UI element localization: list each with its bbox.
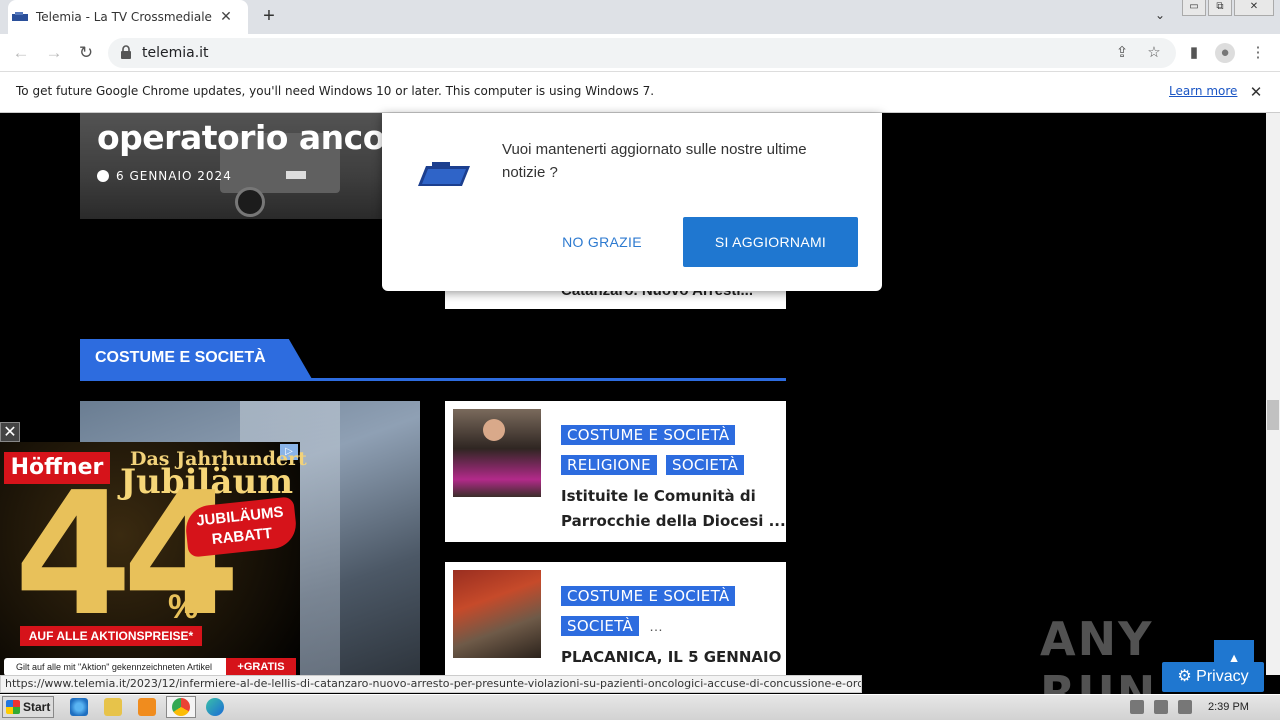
hero-plate-shape <box>286 171 306 179</box>
article-thumbnail[interactable] <box>453 570 541 658</box>
hero-title[interactable]: operatorio ancor. <box>97 118 409 157</box>
window-minimize-button[interactable]: ▭ <box>1182 0 1206 16</box>
learn-more-link[interactable]: Learn more <box>1169 84 1237 98</box>
url-text[interactable]: telemia.it <box>142 45 209 61</box>
chrome-icon[interactable] <box>172 698 190 716</box>
tag-societa[interactable]: SOCIETÀ <box>666 455 745 475</box>
article-thumbnail[interactable] <box>453 409 541 497</box>
side-panel-icon[interactable]: ▮ <box>1184 43 1204 63</box>
profile-icon[interactable]: ● <box>1215 43 1235 63</box>
windows-logo-icon <box>6 700 20 714</box>
tag-religione[interactable]: RELIGIONE <box>561 455 657 475</box>
section-title[interactable]: COSTUME E SOCIETÀ <box>95 349 266 367</box>
page-scrollbar[interactable] <box>1266 113 1280 675</box>
privacy-label: Privacy <box>1196 668 1249 685</box>
tag-societa[interactable]: SOCIETÀ <box>561 616 640 636</box>
ie-icon[interactable] <box>70 698 88 716</box>
ad-close-icon[interactable]: ✕ <box>0 422 20 442</box>
gear-icon: ⚙ <box>1177 668 1197 685</box>
lock-icon[interactable] <box>120 45 132 59</box>
privacy-button[interactable]: ⚙ Privacy <box>1162 662 1264 692</box>
link-status-bar: https://www.telemia.it/2023/12/infermier… <box>0 675 862 693</box>
explorer-folder-icon[interactable] <box>104 698 122 716</box>
tag-costume-e-societa[interactable]: COSTUME E SOCIETÀ <box>561 586 736 606</box>
edge-icon[interactable] <box>206 698 224 716</box>
ad-offer-text: AUF ALLE AKTIONSPREISE* <box>20 626 202 646</box>
telemia-logo <box>418 162 470 186</box>
infobar-message: To get future Google Chrome updates, you… <box>16 84 655 98</box>
chrome-menu-icon[interactable]: ⋮ <box>1248 43 1268 63</box>
network-icon[interactable] <box>1154 700 1168 714</box>
volume-icon[interactable] <box>1130 700 1144 714</box>
subscribe-button[interactable]: SI AGGIORNAMI <box>683 217 858 267</box>
no-thanks-button[interactable]: NO GRAZIE <box>545 217 659 267</box>
start-label: Start <box>23 700 51 714</box>
ad-percent-sign: % <box>168 588 199 626</box>
window-close-button[interactable]: ✕ <box>1234 0 1274 16</box>
telemia-favicon-icon <box>12 12 28 21</box>
taskbar-clock[interactable]: 2:39 PM <box>1208 701 1249 713</box>
media-player-icon[interactable] <box>138 698 156 716</box>
article-title-line[interactable]: Parrocchie della Diocesi ... <box>561 509 786 534</box>
reload-button[interactable]: ↻ <box>75 42 97 64</box>
tab-title: Telemia - La TV Crossmediale <box>36 10 212 24</box>
clock-icon <box>97 170 109 182</box>
article-title-line[interactable]: PLACANICA, IL 5 GENNAIO <box>561 645 781 670</box>
thumbnail-face-shape <box>483 419 505 441</box>
action-center-flag-icon[interactable] <box>1178 700 1192 714</box>
back-button[interactable]: ← <box>10 42 32 64</box>
window-restore-button[interactable]: ⧉ <box>1208 0 1232 16</box>
ad-gratis-label: +GRATIS <box>226 658 296 676</box>
hero-date: 6 GENNAIO 2024 <box>116 169 232 183</box>
more-tags-ellipsis: … <box>649 618 663 634</box>
article-title-line[interactable]: Istituite le Comunità di <box>561 484 756 509</box>
tab-close-icon[interactable]: ✕ <box>218 8 234 24</box>
address-bar[interactable] <box>108 38 1176 68</box>
tab-search-icon[interactable]: ⌄ <box>1150 8 1170 26</box>
infobar-close-icon[interactable]: ✕ <box>1248 83 1264 101</box>
hero-wheel-shape <box>235 187 265 217</box>
section-divider <box>80 378 786 381</box>
share-icon[interactable]: ⇪ <box>1112 43 1132 63</box>
tag-costume-e-societa[interactable]: COSTUME E SOCIETÀ <box>561 425 736 445</box>
dialog-message: Vuoi mantenerti aggiornato sulle nostre … <box>502 141 807 181</box>
forward-button[interactable]: → <box>43 42 65 64</box>
bookmark-star-icon[interactable]: ☆ <box>1144 43 1164 63</box>
new-tab-button[interactable]: + <box>258 6 280 28</box>
scrollbar-thumb[interactable] <box>1267 400 1279 430</box>
